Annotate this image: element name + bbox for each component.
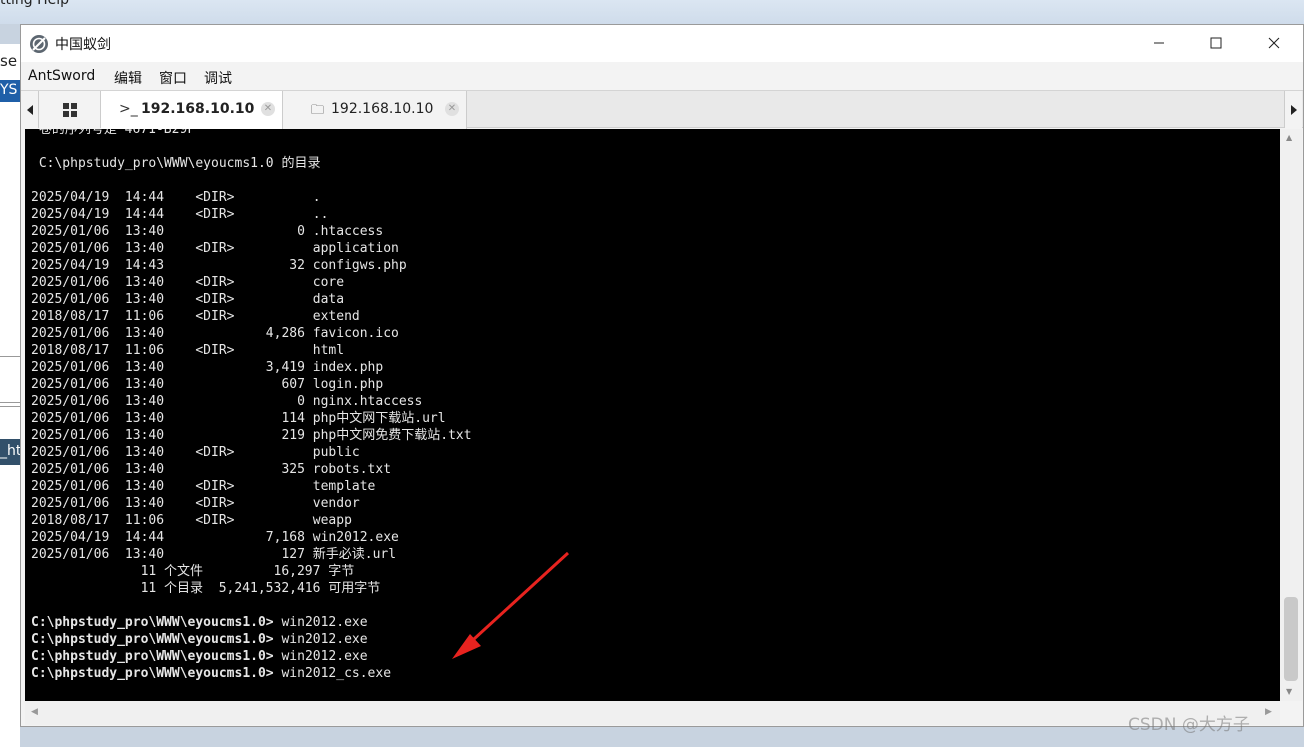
scroll-down-icon[interactable]: ▼ xyxy=(1286,687,1292,696)
terminal-line: 2025/01/06 13:40 <DIR> template xyxy=(31,479,376,494)
terminal-line: 2018/08/17 11:06 <DIR> weapp xyxy=(31,513,352,528)
terminal-command-line: C:\phpstudy_pro\WWW\eyoucms1.0> win2012_… xyxy=(31,665,472,682)
scroll-left-icon[interactable]: ◀ xyxy=(31,707,38,717)
maximize-button[interactable] xyxy=(1187,25,1245,61)
tab-terminal-label: 192.168.10.10 xyxy=(141,101,255,117)
menu-window[interactable]: 窗口 xyxy=(159,68,187,88)
terminal-line: 2025/01/06 13:40 127 新手必读.url xyxy=(31,547,397,562)
terminal-text: 卷的序列号是 4671-B29F C:\phpstudy_pro\WWW\eyo… xyxy=(31,129,472,682)
terminal-prompt: C:\phpstudy_pro\WWW\eyoucms1.0> xyxy=(31,615,274,630)
horizontal-scrollbar[interactable]: ◀ ▶ xyxy=(25,701,1280,725)
terminal-prompt: C:\phpstudy_pro\WWW\eyoucms1.0> xyxy=(31,632,274,647)
terminal-command-line: C:\phpstudy_pro\WWW\eyoucms1.0> win2012.… xyxy=(31,614,472,631)
terminal-command: win2012_cs.exe xyxy=(273,666,392,681)
minimize-button[interactable] xyxy=(1130,25,1188,61)
terminal-line: 2025/01/06 13:40 3,419 index.php xyxy=(31,360,384,375)
terminal-command-line: C:\phpstudy_pro\WWW\eyoucms1.0> win2012.… xyxy=(31,631,472,648)
terminal-line: 11 个文件 16,297 字节 xyxy=(31,564,355,579)
menu-edit[interactable]: 编辑 xyxy=(114,68,142,88)
terminal-line: 2025/01/06 13:40 4,286 favicon.ico xyxy=(31,326,399,341)
terminal-line: 2025/04/19 14:44 <DIR> .. xyxy=(31,207,329,222)
terminal-line: 2025/04/19 14:44 <DIR> . xyxy=(31,190,321,205)
terminal-command-line: C:\phpstudy_pro\WWW\eyoucms1.0> win2012.… xyxy=(31,648,472,665)
vertical-scrollbar[interactable]: ▲ ▼ xyxy=(1280,129,1302,701)
tab-close-icon[interactable]: ✕ xyxy=(445,102,459,116)
terminal-line: 2025/01/06 13:40 607 login.php xyxy=(31,377,384,392)
menu-debug[interactable]: 调试 xyxy=(204,68,232,88)
background-window-menubar: tting Help xyxy=(0,0,1304,24)
terminal-line: 2025/01/06 13:40 <DIR> vendor xyxy=(31,496,360,511)
tab-home-grid[interactable] xyxy=(39,91,101,128)
close-icon xyxy=(1268,37,1280,49)
terminal-line: 2025/01/06 13:40 219 php中文网免费下载站.txt xyxy=(31,428,472,443)
background-divider xyxy=(0,402,20,403)
background-window-left-panel: se YS _ht xyxy=(0,44,21,747)
terminal-line: 2018/08/17 11:06 <DIR> html xyxy=(31,343,345,358)
terminal-line: 2025/01/06 13:40 0 nginx.htaccess xyxy=(31,394,423,409)
terminal-command: win2012.exe xyxy=(273,615,368,630)
scrollbar-thumb[interactable] xyxy=(1284,597,1298,681)
antsword-window: 中国蚁剑 AntSword 编辑 窗口 调试 >_ 192.168.10.10 xyxy=(20,24,1304,727)
terminal-line: 2018/08/17 11:06 <DIR> extend xyxy=(31,309,360,324)
background-divider xyxy=(0,356,20,357)
tab-file-manager-label: 192.168.10.10 xyxy=(331,101,434,117)
terminal-line: 2025/01/06 13:40 114 php中文网下载站.url xyxy=(31,411,446,426)
terminal-output[interactable]: 卷的序列号是 4671-B29F C:\phpstudy_pro\WWW\eyo… xyxy=(25,129,1280,701)
terminal-line: 2025/01/06 13:40 <DIR> data xyxy=(31,292,345,307)
terminal-line: 2025/01/06 13:40 0 .htaccess xyxy=(31,224,384,239)
tab-bar: >_ 192.168.10.10 ✕ 🗀 192.168.10.10 ✕ xyxy=(21,90,1303,129)
terminal-line: 2025/04/19 14:43 32 configws.php xyxy=(31,258,407,273)
maximize-icon xyxy=(1210,37,1222,49)
terminal-line: 卷的序列号是 4671-B29F xyxy=(31,129,196,137)
background-left-text: se xyxy=(0,52,18,70)
terminal-command: win2012.exe xyxy=(273,632,368,647)
grid-icon xyxy=(62,102,77,117)
tab-scroll-left-button[interactable] xyxy=(21,91,39,128)
terminal-prompt: C:\phpstudy_pro\WWW\eyoucms1.0> xyxy=(31,666,274,681)
terminal-line: 11 个目录 5,241,532,416 可用字节 xyxy=(31,581,381,596)
terminal-icon: >_ xyxy=(119,101,138,117)
window-title: 中国蚁剑 xyxy=(55,37,111,53)
terminal-line: 2025/01/06 13:40 <DIR> application xyxy=(31,241,399,256)
close-button[interactable] xyxy=(1245,25,1303,61)
terminal-line: 2025/01/06 13:40 <DIR> core xyxy=(31,275,345,290)
terminal-line: 2025/01/06 13:40 <DIR> public xyxy=(31,445,360,460)
folder-icon: 🗀 xyxy=(311,103,325,118)
tab-close-icon[interactable]: ✕ xyxy=(261,102,275,116)
watermark: CSDN @大方子 xyxy=(1128,715,1250,735)
minimize-icon xyxy=(1154,42,1164,44)
tab-scroll-right-button[interactable] xyxy=(1284,91,1302,128)
tab-file-manager[interactable]: 🗀 192.168.10.10 ✕ xyxy=(283,91,467,129)
terminal-command: win2012.exe xyxy=(273,649,368,664)
background-menu-text: tting Help xyxy=(0,0,69,8)
background-left-selected-item: YS xyxy=(0,80,20,102)
background-left-label: _ht xyxy=(0,439,21,465)
triangle-left-icon xyxy=(26,104,33,115)
scroll-up-icon[interactable]: ▲ xyxy=(1286,133,1292,142)
terminal-line: 2025/04/19 14:44 7,168 win2012.exe xyxy=(31,530,399,545)
terminal-line: 2025/01/06 13:40 325 robots.txt xyxy=(31,462,392,477)
scroll-right-icon[interactable]: ▶ xyxy=(1265,707,1272,717)
terminal-prompt: C:\phpstudy_pro\WWW\eyoucms1.0> xyxy=(31,649,274,664)
antsword-logo-icon xyxy=(30,35,48,53)
terminal-line: C:\phpstudy_pro\WWW\eyoucms1.0 的目录 xyxy=(31,156,321,171)
tab-terminal[interactable]: >_ 192.168.10.10 ✕ xyxy=(101,91,283,129)
menu-antsword[interactable]: AntSword xyxy=(28,68,95,84)
title-bar[interactable]: 中国蚁剑 xyxy=(21,25,1303,62)
triangle-right-icon xyxy=(1290,104,1297,115)
menu-bar: AntSword 编辑 窗口 调试 xyxy=(21,62,1303,90)
background-divider xyxy=(0,406,20,407)
